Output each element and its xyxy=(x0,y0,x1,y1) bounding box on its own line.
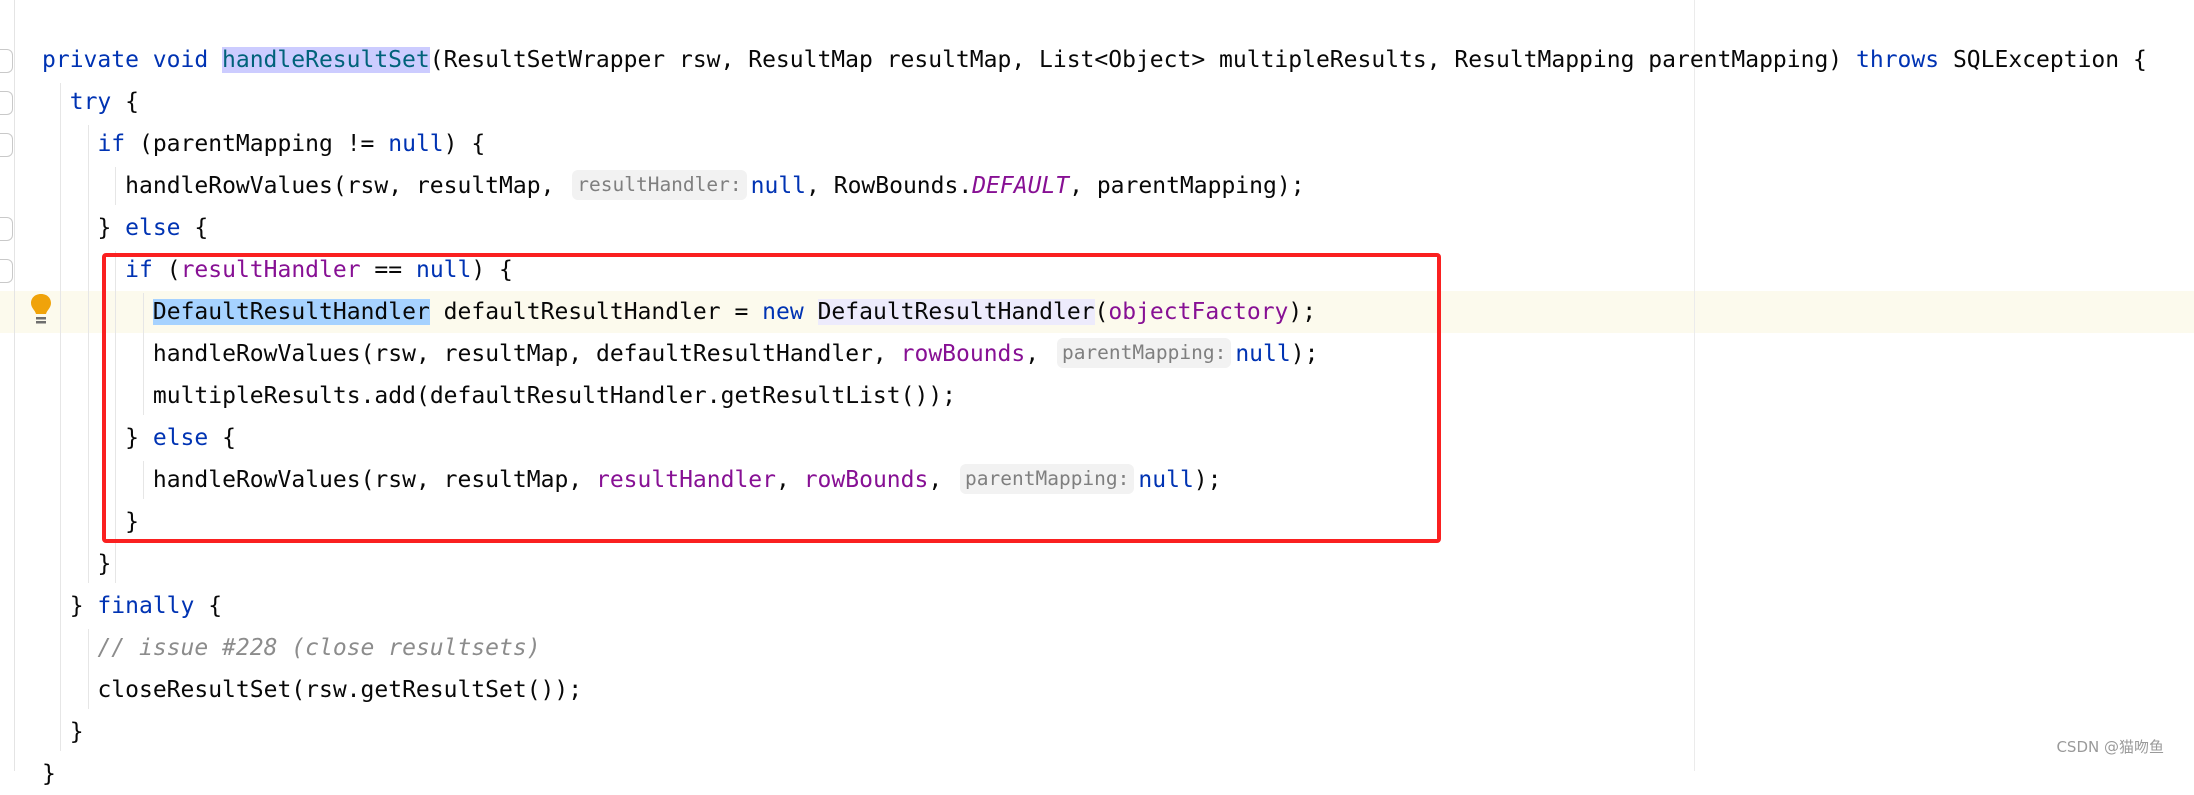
indent-guide xyxy=(87,125,89,583)
keyword: finally xyxy=(97,593,195,619)
watermark: CSDN @猫吻鱼 xyxy=(2056,738,2164,756)
code-token: (ResultSetWrapper rsw, ResultMap resultM… xyxy=(429,47,1856,73)
keyword: private void xyxy=(42,47,223,73)
intention-bulb-icon[interactable] xyxy=(30,292,52,328)
code-token: } xyxy=(97,215,126,241)
keyword: null xyxy=(750,173,807,199)
fold-marker-icon[interactable] xyxy=(0,91,13,115)
code-token: (parentMapping != xyxy=(125,131,389,157)
code-token: { xyxy=(111,89,139,115)
code-token: } xyxy=(97,551,112,577)
code-token: { xyxy=(180,215,209,241)
fold-marker-icon[interactable] xyxy=(0,49,13,73)
code-line[interactable]: } xyxy=(42,753,56,795)
indent-guide xyxy=(115,167,117,205)
keyword: throws xyxy=(1856,47,1940,73)
code-line[interactable]: if (parentMapping != null) { xyxy=(97,123,485,165)
code-token: , RowBounds. xyxy=(806,173,973,199)
code-line[interactable]: } else { xyxy=(97,207,208,249)
indent-guide xyxy=(59,83,61,751)
code-line[interactable]: // issue #228 (close resultsets) xyxy=(97,627,540,669)
fold-marker-icon[interactable] xyxy=(0,259,13,283)
code-line[interactable]: closeResultSet(rsw.getResultSet()); xyxy=(97,669,582,711)
code-line[interactable]: } xyxy=(70,711,84,753)
fold-marker-icon[interactable] xyxy=(0,217,13,241)
code-line[interactable]: private void handleResultSet(ResultSetWr… xyxy=(42,39,2147,81)
fold-marker-icon[interactable] xyxy=(0,133,13,157)
keyword: else xyxy=(125,215,181,241)
fold-gutter xyxy=(0,0,15,771)
annotation-highlight-box xyxy=(102,253,1441,543)
indent-guide xyxy=(87,629,89,709)
right-margin-guide xyxy=(1694,0,1695,771)
code-token: } xyxy=(69,719,84,745)
code-token: ) { xyxy=(443,131,486,157)
keyword: if xyxy=(97,131,126,157)
code-token: SQLException { xyxy=(1939,47,2147,73)
code-token: , parentMapping); xyxy=(1069,173,1305,199)
code-token: { xyxy=(194,593,223,619)
code-line[interactable]: } xyxy=(97,543,111,585)
code-token: } xyxy=(42,761,56,787)
method-name: handleResultSet xyxy=(222,47,430,73)
code-editor[interactable]: private void handleResultSet(ResultSetWr… xyxy=(0,0,2194,787)
code-line[interactable]: handleRowValues(rsw, resultMap, resultHa… xyxy=(125,165,1305,207)
parameter-hint: resultHandler: xyxy=(572,169,747,200)
code-line[interactable]: try { xyxy=(70,81,139,123)
comment: // issue #228 (close resultsets) xyxy=(97,635,541,661)
code-line[interactable]: } finally { xyxy=(70,585,222,627)
keyword: null xyxy=(388,131,444,157)
code-token: handleRowValues(rsw, resultMap, xyxy=(125,173,569,199)
static-field: DEFAULT xyxy=(972,173,1070,199)
code-token: } xyxy=(69,593,98,619)
keyword: try xyxy=(69,89,112,115)
code-token: closeResultSet(rsw.getResultSet()); xyxy=(97,677,583,703)
